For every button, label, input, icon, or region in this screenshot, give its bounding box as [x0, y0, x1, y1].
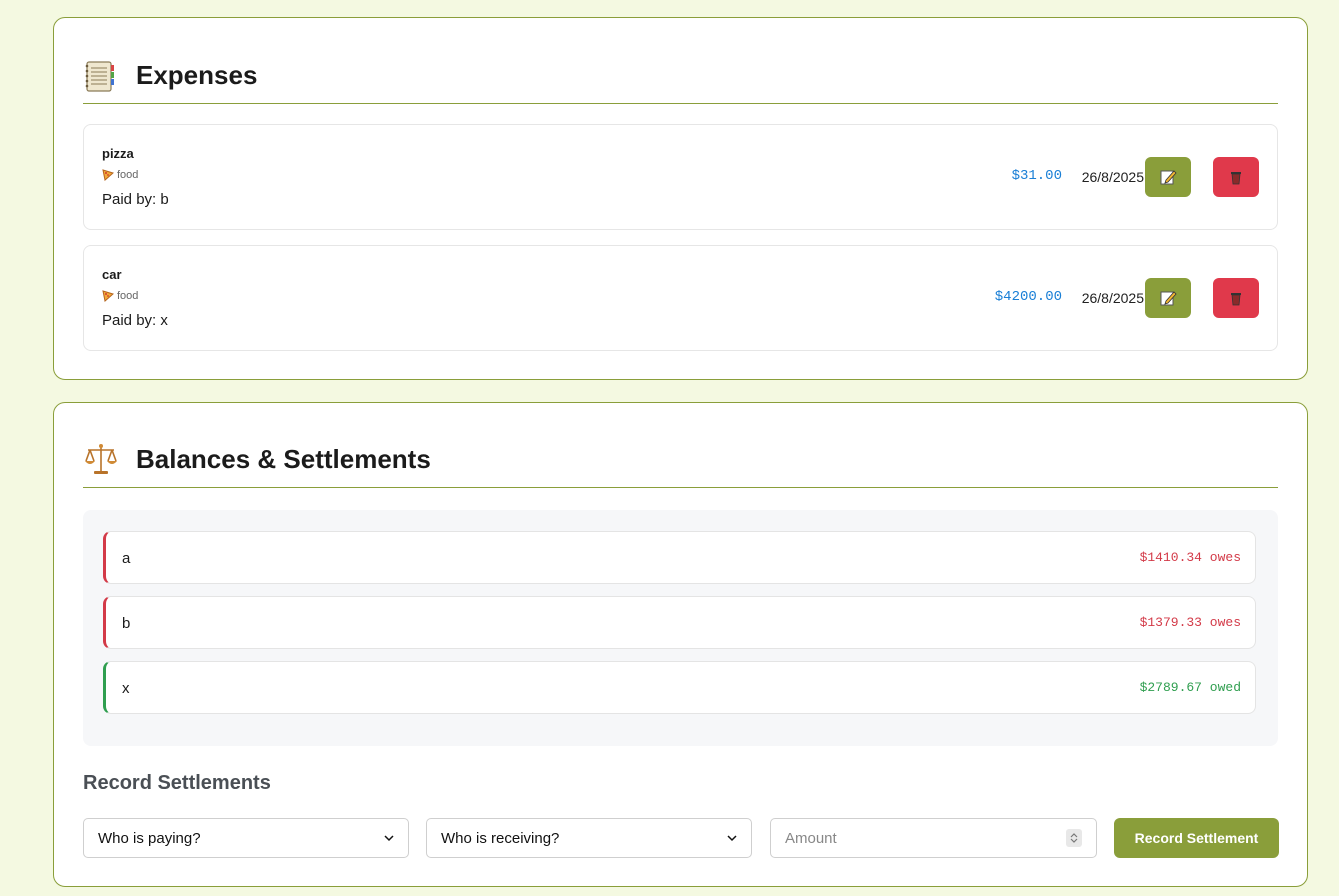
delete-expense-button[interactable]	[1213, 157, 1259, 197]
stepper-arrows-icon	[1070, 833, 1078, 843]
balances-panel: a $1410.34 owes b $1379.33 owes x $2789.…	[83, 510, 1278, 746]
record-settlements-title: Record Settlements	[83, 772, 271, 794]
expense-amount: $4200.00	[994, 289, 1062, 305]
balances-title: Balances & Settlements	[136, 443, 431, 474]
amount-placeholder: Amount	[785, 829, 837, 847]
expense-item: pizza food Paid by: b $31.00 26/8/2025	[83, 124, 1278, 230]
expense-paid-by: Paid by: b	[102, 191, 169, 208]
balance-row: a $1410.34 owes	[103, 531, 1256, 584]
receiver-select-value: Who is receiving?	[441, 829, 560, 847]
balance-row: b $1379.33 owes	[103, 596, 1256, 649]
edit-expense-button[interactable]	[1145, 157, 1191, 197]
amount-stepper[interactable]	[1066, 829, 1082, 847]
expense-paid-by: Paid by: x	[102, 312, 168, 329]
balances-header: Balances & Settlements	[83, 431, 1278, 488]
balance-name: a	[122, 550, 131, 567]
expenses-header: Expenses	[83, 48, 1278, 104]
expense-item: car food Paid by: x $4200.00 26/8/2025	[83, 245, 1278, 351]
expense-category: food	[102, 169, 138, 181]
scales-icon	[83, 441, 136, 477]
chevron-down-icon	[384, 835, 394, 842]
expense-name: pizza	[102, 146, 134, 161]
pizza-icon	[102, 290, 114, 302]
balance-amount: $1410.34 owes	[1139, 550, 1241, 565]
trash-icon	[1231, 293, 1241, 306]
expense-date: 26/8/2025	[1081, 169, 1144, 185]
balance-name: b	[122, 615, 131, 632]
edit-icon	[1160, 170, 1177, 185]
expense-date: 26/8/2025	[1081, 290, 1144, 306]
balance-amount: $2789.67 owed	[1139, 680, 1241, 695]
ledger-icon	[83, 58, 136, 94]
delete-expense-button[interactable]	[1213, 278, 1259, 318]
expense-name: car	[102, 267, 122, 282]
balances-card: Balances & Settlements a $1410.34 owes b…	[53, 402, 1308, 887]
expense-category-label: food	[117, 169, 139, 181]
pizza-icon	[102, 169, 114, 181]
balance-amount: $1379.33 owes	[1139, 615, 1241, 630]
balance-row: x $2789.67 owed	[103, 661, 1256, 714]
expenses-title: Expenses	[136, 60, 258, 90]
balance-name: x	[122, 680, 130, 697]
amount-input[interactable]: Amount	[770, 818, 1097, 858]
receiver-select[interactable]: Who is receiving?	[426, 818, 752, 858]
chevron-down-icon	[727, 835, 737, 842]
payer-select[interactable]: Who is paying?	[83, 818, 409, 858]
record-settlement-button[interactable]: Record Settlement	[1114, 818, 1279, 858]
expense-amount: $31.00	[1011, 168, 1062, 184]
edit-icon	[1160, 291, 1177, 306]
expenses-card: Expenses pizza food Paid by: b $31.00 26…	[53, 17, 1308, 380]
expense-category: food	[102, 290, 138, 302]
edit-expense-button[interactable]	[1145, 278, 1191, 318]
trash-icon	[1231, 172, 1241, 185]
payer-select-value: Who is paying?	[98, 829, 201, 847]
expense-category-label: food	[117, 290, 139, 302]
